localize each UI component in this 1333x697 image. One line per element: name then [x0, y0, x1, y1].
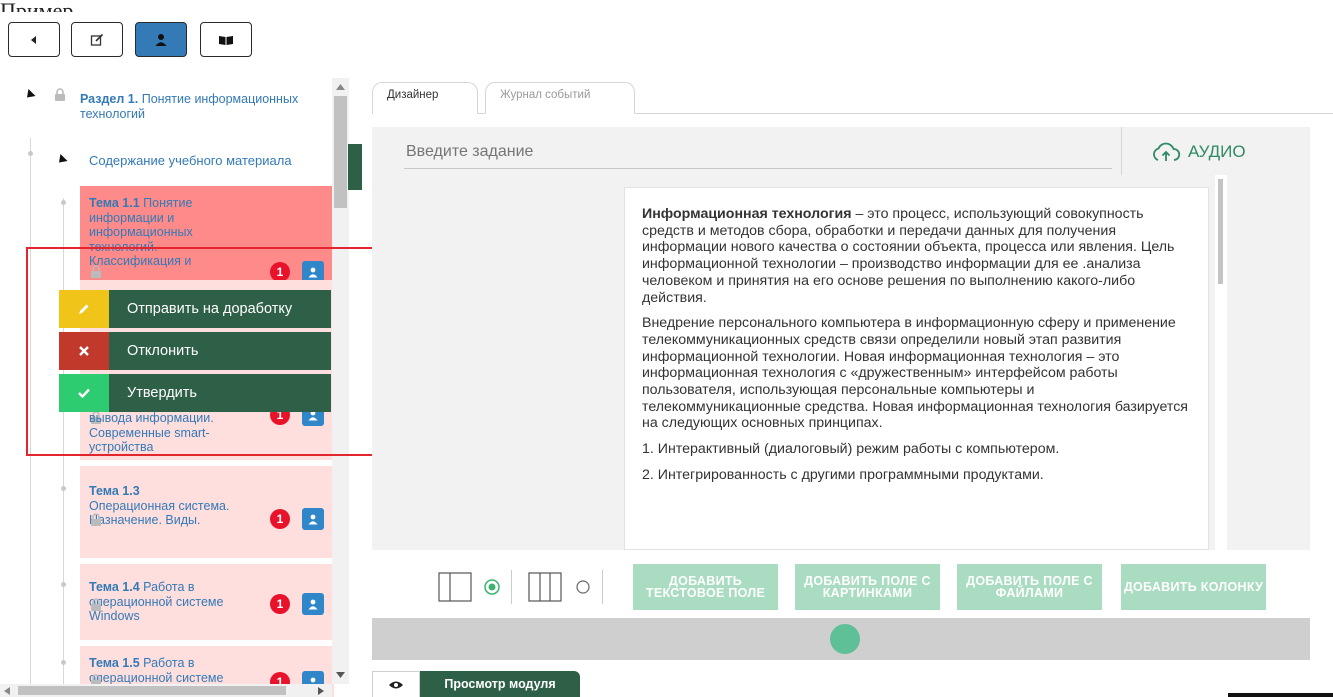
layout-radio-unselected[interactable]	[574, 578, 592, 596]
topic-title: Операционная система. Назначение. Виды.	[89, 498, 230, 528]
user-icon	[308, 514, 318, 524]
cropped-heading: Пример	[0, 0, 110, 12]
assign-user-button[interactable]	[302, 593, 324, 615]
tab-event-log[interactable]: Журнал событий	[485, 82, 635, 114]
divider	[1121, 127, 1122, 175]
three-column-layout-icon[interactable]	[528, 572, 562, 602]
add-file-field-button[interactable]: ДОБАВИТЬ ПОЛЕ С ФАЙЛАМИ	[957, 564, 1102, 610]
book-button[interactable]	[200, 22, 252, 57]
add-text-field-button[interactable]: ДОБАВИТЬ ТЕКСТОВОЕ ПОЛЕ	[633, 564, 778, 610]
editor-scrollbar[interactable]	[1215, 175, 1227, 550]
assign-user-button[interactable]	[302, 508, 324, 530]
lock-icon	[91, 598, 101, 611]
audio-label: АУДИО	[1188, 142, 1246, 161]
editor-scroll-thumb[interactable]	[1218, 179, 1223, 284]
tree-horizontal-scrollbar[interactable]	[0, 684, 332, 697]
task-input[interactable]	[404, 135, 1112, 169]
divider	[602, 570, 603, 604]
eye-icon	[389, 681, 403, 688]
notification-badge: 1	[270, 509, 290, 529]
edit-button[interactable]	[71, 22, 123, 57]
topic-label: Тема 1.5 Работа в операционной системе	[89, 656, 259, 685]
section-title[interactable]: Раздел 1. Понятие информационных техноло…	[80, 92, 320, 121]
preview-eye-button[interactable]	[372, 671, 420, 697]
paragraph-3: 1. Интерактивный (диалоговый) режим рабо…	[642, 441, 1060, 458]
topic-label: Тема 1.3 Операционная система. Назначени…	[89, 484, 269, 528]
scroll-down-icon[interactable]	[336, 672, 345, 678]
tree-hscroll-thumb[interactable]	[18, 686, 286, 695]
add-column-button[interactable]: ДОБАВИТЬ КОЛОНКУ	[1121, 564, 1266, 610]
topic-prefix: Тема 1.3	[89, 484, 140, 498]
scroll-left-icon[interactable]	[4, 687, 10, 695]
topic-prefix: Тема 1.5	[89, 656, 140, 670]
user-button[interactable]	[135, 22, 187, 57]
add-block-button[interactable]	[830, 624, 860, 654]
tree-node-dot	[61, 660, 66, 665]
tree-node-dot	[61, 582, 66, 587]
add-image-field-button[interactable]: ДОБАВИТЬ ПОЛЕ С КАРТИНКАМИ	[795, 564, 940, 610]
scroll-right-icon[interactable]	[318, 687, 324, 695]
scroll-up-icon[interactable]	[336, 84, 345, 90]
topic-prefix: Тема 1.1	[89, 196, 140, 210]
back-button[interactable]	[8, 22, 60, 57]
tree-node-dot	[28, 151, 33, 156]
caret-left-icon	[31, 35, 36, 44]
tree-node-dot	[61, 486, 66, 491]
user-icon	[155, 33, 167, 46]
term-bold: Информационная технология	[642, 206, 852, 222]
topic-label: Тема 1.4 Работа в операционной системе W…	[89, 580, 259, 624]
collapse-arrow-icon[interactable]	[23, 88, 36, 102]
tab-designer[interactable]: Дизайнер	[372, 82, 478, 114]
text-block[interactable]: Информационная технология – это процесс,…	[624, 187, 1209, 550]
edge-strip	[1228, 693, 1333, 697]
highlight-frame	[26, 247, 377, 456]
tree-node-dot	[61, 200, 66, 205]
tree-scroll-thumb[interactable]	[334, 96, 347, 208]
section-prefix: Раздел 1.	[80, 92, 139, 106]
edit-icon	[90, 33, 104, 46]
lock-icon	[55, 88, 65, 101]
paragraph-4: 2. Интегрированность с другими программн…	[642, 466, 1044, 483]
subsection-title[interactable]: Содержание учебного материала	[89, 153, 319, 169]
paragraph-2: Внедрение персонального компьютера в инф…	[642, 315, 1188, 432]
layout-radio-selected[interactable]	[483, 578, 501, 596]
lock-icon	[91, 513, 101, 526]
collapse-arrow-icon[interactable]	[55, 153, 68, 167]
audio-button[interactable]: АУДИО	[1150, 137, 1246, 167]
one-column-layout-icon[interactable]	[438, 572, 472, 602]
topic-prefix: Тема 1.4	[89, 580, 140, 594]
notification-badge: 1	[270, 594, 290, 614]
splitter-handle[interactable]	[348, 144, 362, 190]
module-preview-tab[interactable]: Просмотр модуля	[420, 671, 580, 697]
user-icon	[308, 599, 318, 609]
book-icon	[219, 35, 233, 45]
divider	[511, 570, 512, 604]
cloud-upload-icon	[1153, 142, 1181, 161]
